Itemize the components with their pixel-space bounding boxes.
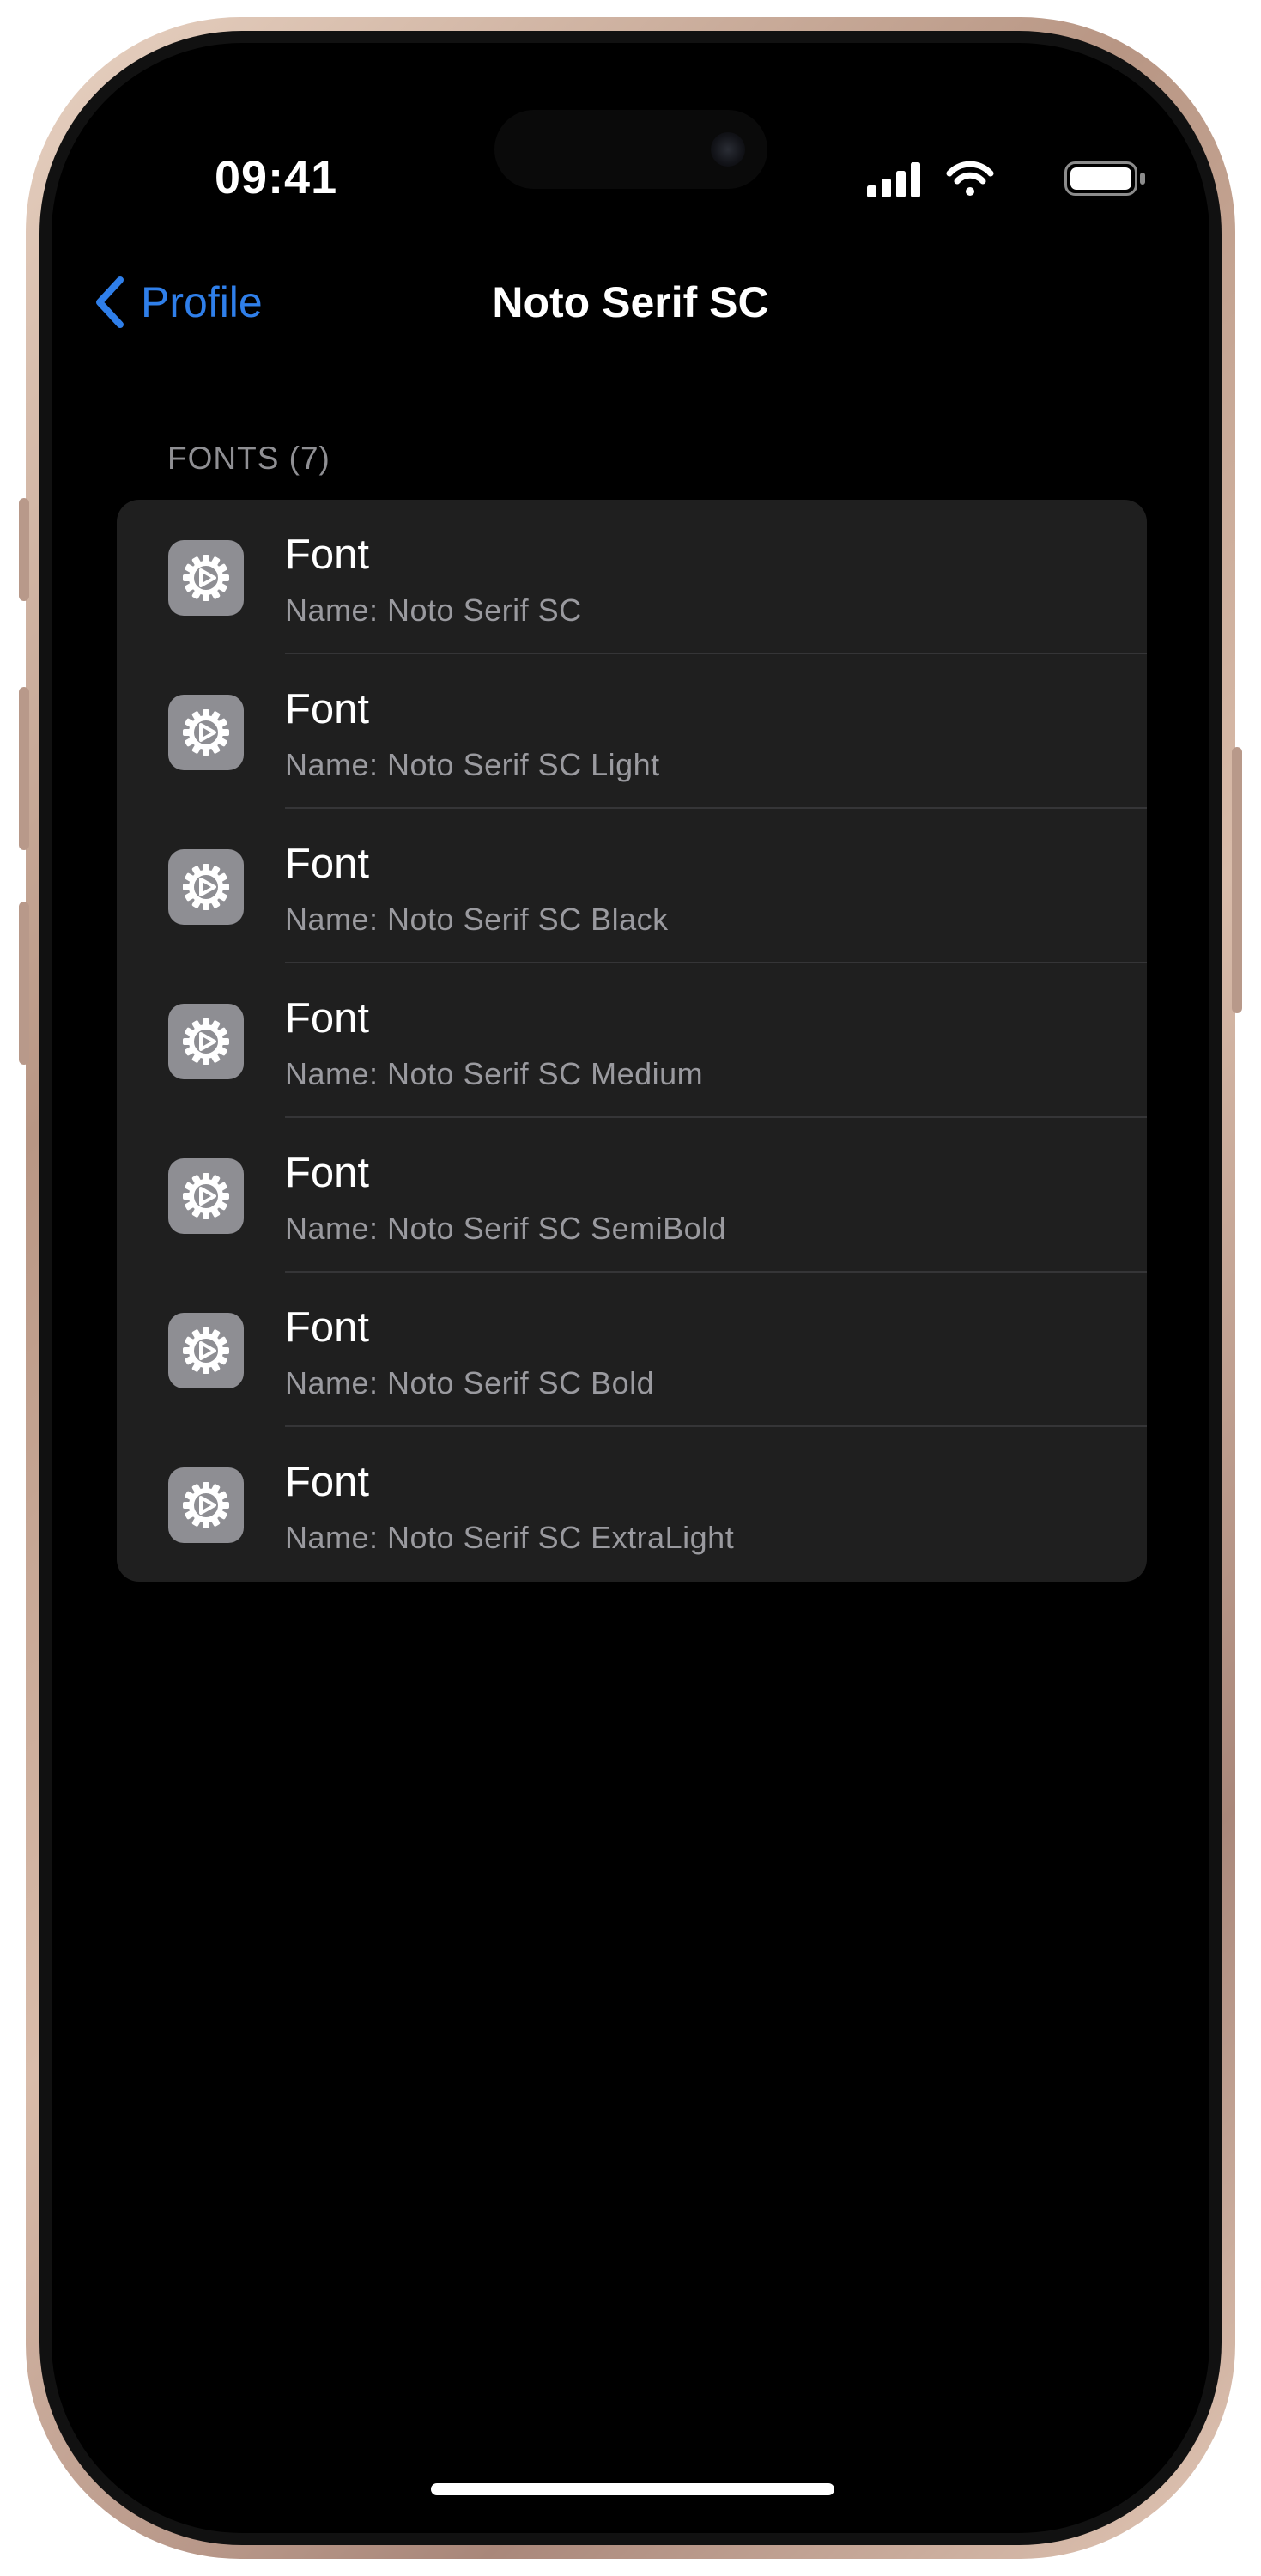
page-title: Noto Serif SC [492, 278, 769, 326]
status-time: 09:41 [215, 152, 338, 204]
volume-up-button [19, 687, 29, 850]
list-item-subtitle: Name: Noto Serif SC Medium [285, 1056, 704, 1091]
list-item[interactable]: Font Name: Noto Serif SC Black [117, 809, 1147, 963]
list-item-subtitle: Name: Noto Serif SC Black [285, 902, 669, 937]
dynamic-island [494, 110, 767, 189]
screen: 09:41 Profile Noto Serif SC FONTS (7) Fo… [52, 43, 1209, 2533]
power-button [1232, 747, 1242, 1013]
settings-gear-icon [168, 695, 244, 770]
list-item[interactable]: Font Name: Noto Serif SC ExtraLight [117, 1427, 1147, 1582]
volume-down-button [19, 902, 29, 1065]
settings-gear-icon [168, 1158, 244, 1234]
list-item-subtitle: Name: Noto Serif SC Light [285, 747, 660, 782]
list-item[interactable]: Font Name: Noto Serif SC Bold [117, 1273, 1147, 1427]
list-item-title: Font [285, 1459, 370, 1505]
home-indicator[interactable] [431, 2483, 834, 2495]
section-header: FONTS (7) [167, 440, 330, 476]
list-item-title: Font [285, 1150, 370, 1196]
list-item[interactable]: Font Name: Noto Serif SC [117, 500, 1147, 654]
fonts-list: Font Name: Noto Serif SC Font Name: Noto… [117, 500, 1147, 1582]
wifi-icon [946, 161, 994, 196]
list-item-title: Font [285, 532, 370, 578]
camera-icon [711, 132, 745, 167]
action-button [19, 498, 29, 601]
settings-gear-icon [168, 1004, 244, 1079]
settings-gear-icon [168, 849, 244, 925]
status-icons [867, 161, 1145, 197]
list-item-title: Font [285, 1304, 370, 1351]
list-item-title: Font [285, 995, 370, 1042]
list-item-subtitle: Name: Noto Serif SC ExtraLight [285, 1520, 735, 1555]
battery-icon [1064, 161, 1145, 196]
list-item[interactable]: Font Name: Noto Serif SC SemiBold [117, 1118, 1147, 1273]
settings-gear-icon [168, 1467, 244, 1543]
list-item-title: Font [285, 841, 370, 887]
settings-gear-icon [168, 540, 244, 616]
list-item-subtitle: Name: Noto Serif SC SemiBold [285, 1211, 727, 1246]
settings-gear-icon [168, 1313, 244, 1388]
list-item-subtitle: Name: Noto Serif SC [285, 592, 582, 628]
list-item[interactable]: Font Name: Noto Serif SC Medium [117, 963, 1147, 1118]
list-item[interactable]: Font Name: Noto Serif SC Light [117, 654, 1147, 809]
list-item-title: Font [285, 686, 370, 732]
cellular-signal-icon [867, 162, 920, 197]
list-item-subtitle: Name: Noto Serif SC Bold [285, 1365, 655, 1400]
